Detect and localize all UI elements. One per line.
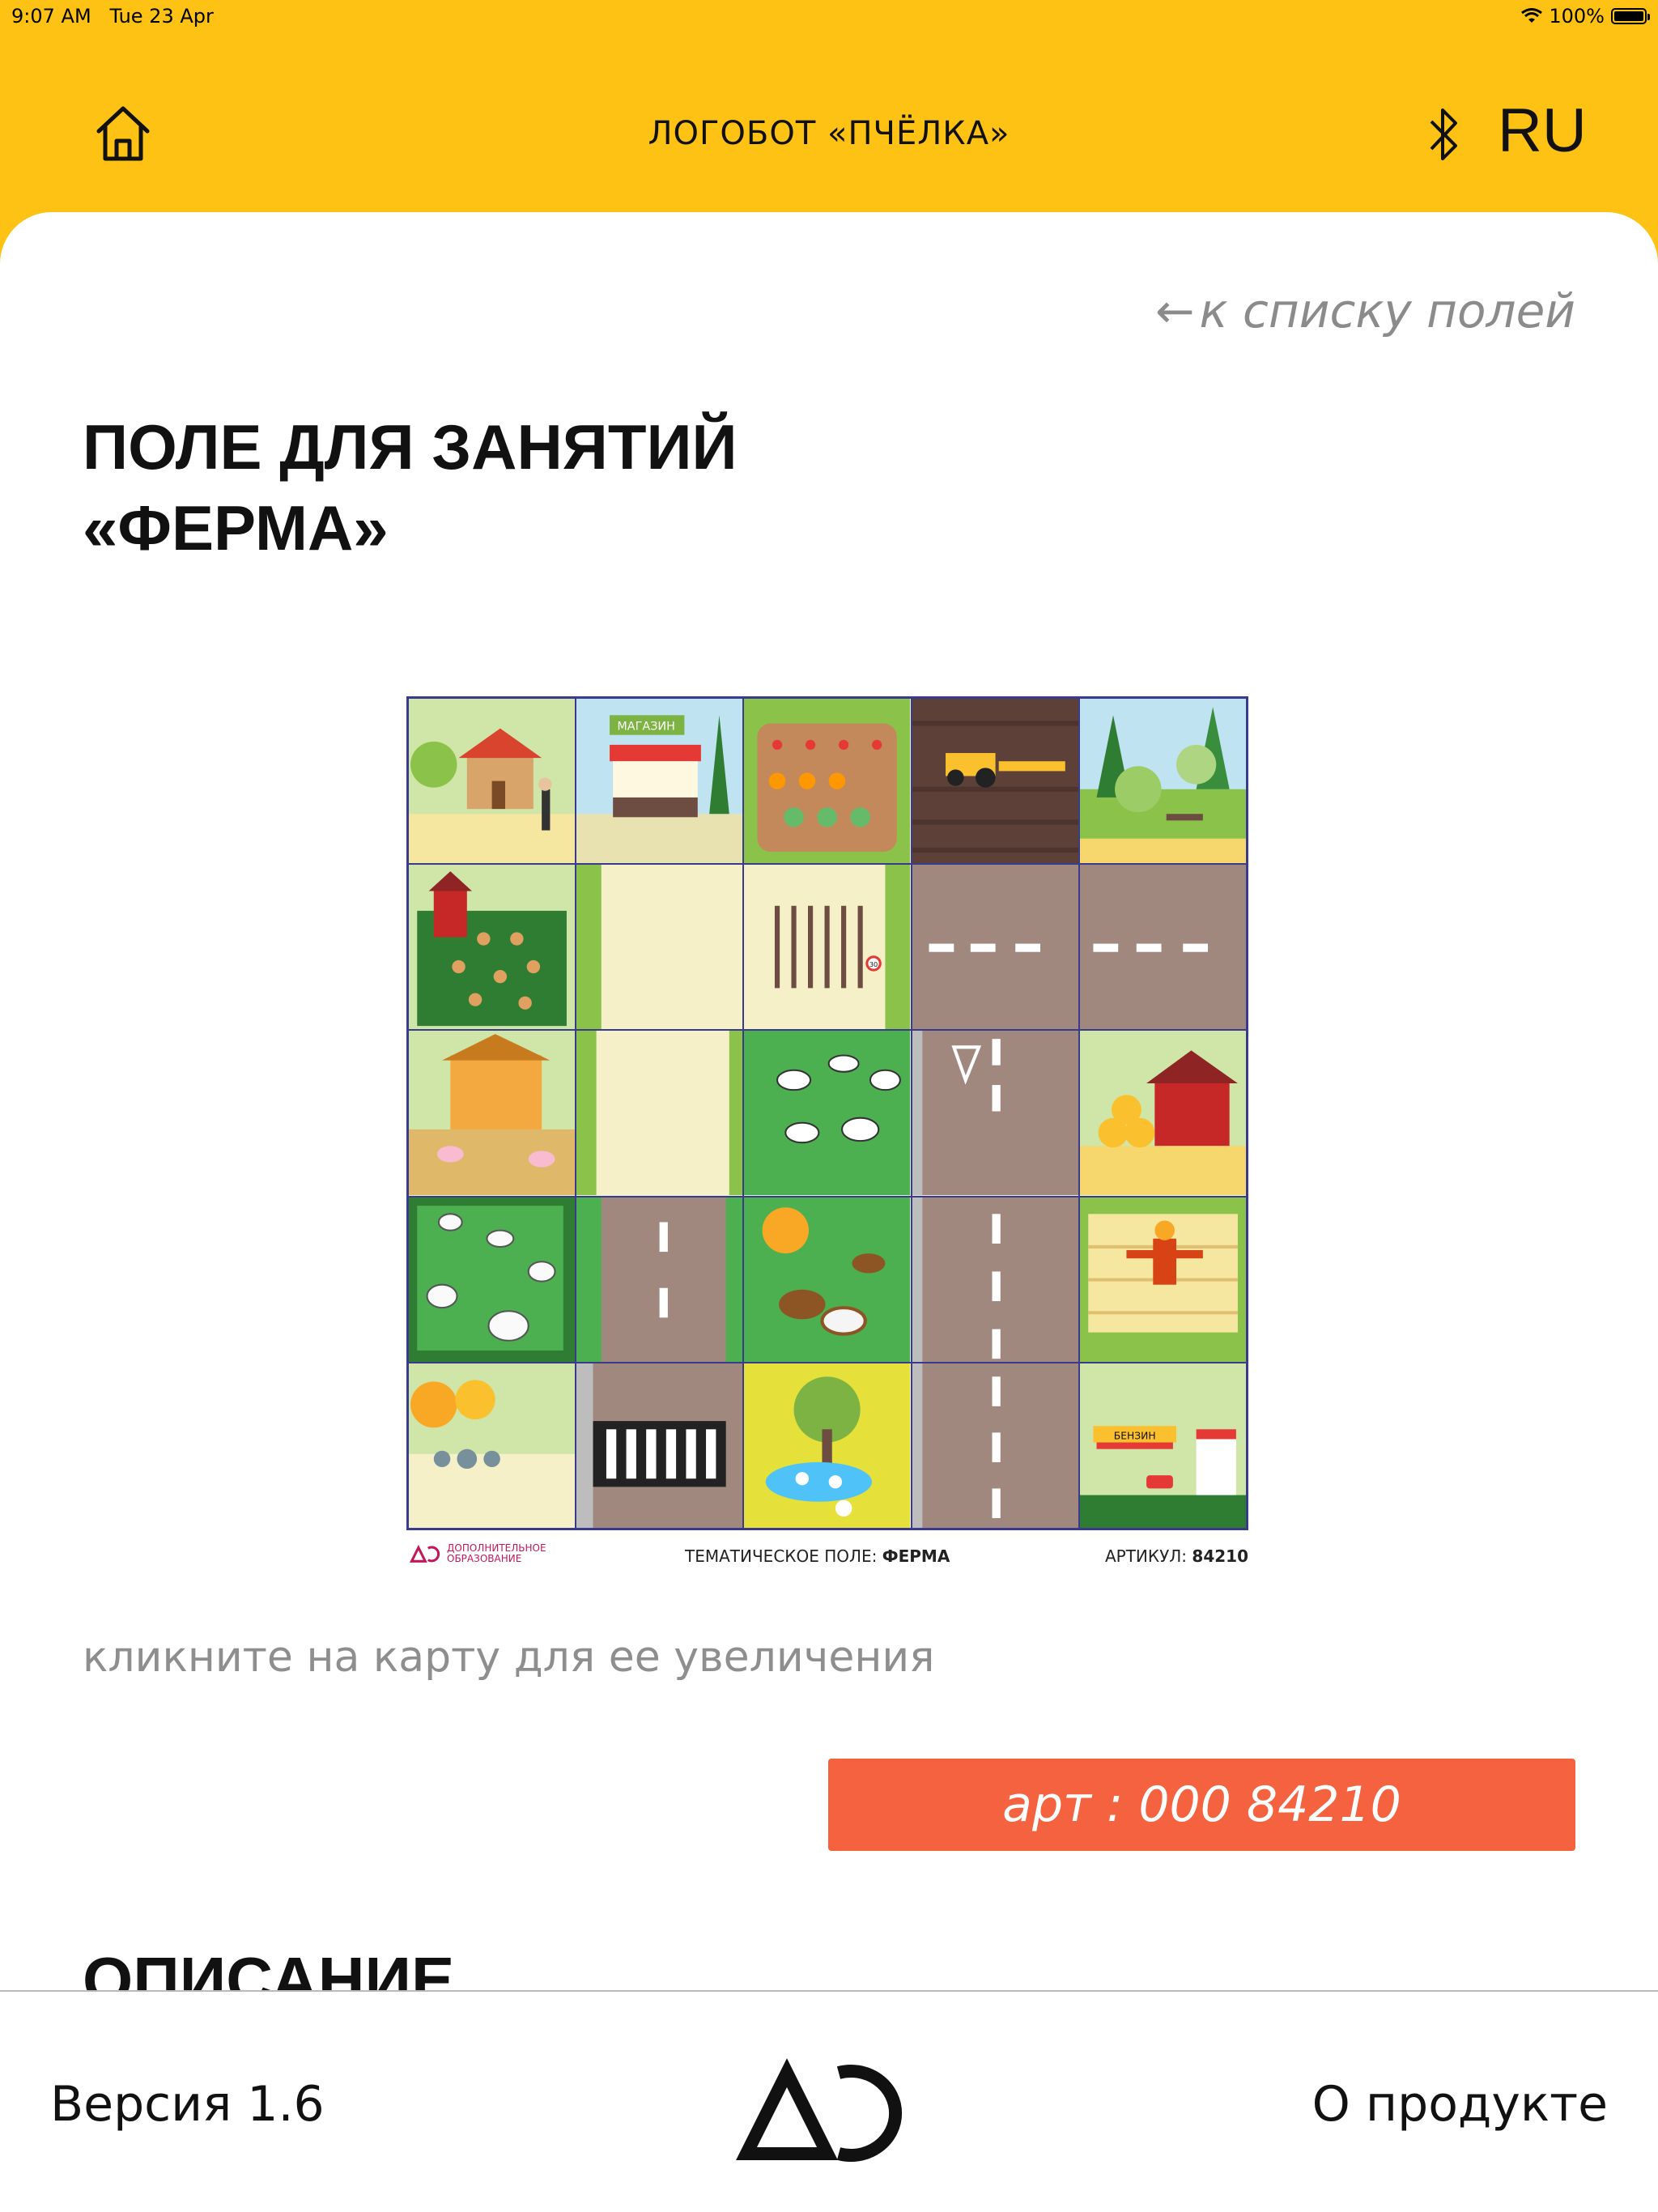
tile-fenced-yard: 30 <box>743 864 912 1031</box>
tile-duck-pond <box>743 1362 912 1529</box>
brand-logo-icon <box>736 2058 903 2162</box>
tile-road-vertical-2 <box>911 1196 1079 1363</box>
map-theme: ТЕМАТИЧЕСКОЕ ПОЛЕ: ФЕРМА <box>685 1546 950 1566</box>
map-article-value: 84210 <box>1192 1546 1248 1566</box>
tile-country-road <box>576 1030 744 1197</box>
bluetooth-button[interactable] <box>1425 104 1464 168</box>
battery-fill <box>1614 11 1643 21</box>
wifi-icon <box>1521 8 1543 23</box>
tile-cow-pasture <box>743 1030 912 1197</box>
battery-percent: 100% <box>1549 5 1605 28</box>
page-title-line2: «ФЕРМА» <box>83 492 389 564</box>
shop-sign-text: МАГАЗИН <box>618 721 676 734</box>
tile-road-vertical-3 <box>911 1362 1079 1529</box>
tile-farmhouse <box>408 698 576 865</box>
tile-road-vertical-crossing <box>911 1030 1079 1197</box>
map-theme-value: ФЕРМА <box>882 1546 950 1566</box>
app-footer: Версия 1.6 О продукте <box>0 1990 1658 2212</box>
page-title: ПОЛЕ ДЛЯ ЗАНЯТИЙ «ФЕРМА» <box>83 406 738 568</box>
page-title-line1: ПОЛЕ ДЛЯ ЗАНЯТИЙ <box>83 411 738 483</box>
date-text: Tue 23 Apr <box>109 5 214 28</box>
tile-shop: МАГАЗИН <box>576 698 744 865</box>
tile-gas-station: БЕНЗИН <box>1078 1362 1247 1529</box>
back-link-label: к списку полей <box>1199 283 1575 338</box>
tile-chicken-coop <box>408 864 576 1031</box>
map-footer: ДОПОЛНИТЕЛЬНОЕ ОБРАЗОВАНИЕ ТЕМАТИЧЕСКОЕ … <box>406 1538 1248 1571</box>
tile-landscape-path <box>408 1362 576 1529</box>
map-article: АРТИКУЛ: 84210 <box>1105 1546 1248 1566</box>
article-button[interactable]: арт : 000 84210 <box>828 1759 1575 1851</box>
arrow-left-icon: ← <box>1154 283 1195 338</box>
tile-road-vertical-1 <box>576 1196 744 1363</box>
about-product-link[interactable]: О продукте <box>1312 2076 1608 2133</box>
app-header: ЛОГОБОТ «ПЧЁЛКА» RU <box>0 32 1658 212</box>
field-map-image[interactable]: МАГАЗИН 30 БЕНЗИН ДОПОЛНИТЕЛЬНОЕ ОБРАЗОВ… <box>406 696 1250 1566</box>
field-map-grid: МАГАЗИН 30 БЕНЗИН <box>406 696 1248 1530</box>
content-card: ← к списку полей ПОЛЕ ДЛЯ ЗАНЯТИЙ «ФЕРМА»… <box>0 212 1658 1990</box>
status-bar: 9:07 AM Tue 23 Apr 100% <box>0 0 1658 32</box>
tile-road-horizontal-2 <box>1078 864 1247 1031</box>
language-button[interactable]: RU <box>1498 96 1587 166</box>
tile-scarecrow <box>1078 1196 1247 1363</box>
bluetooth-icon <box>1430 108 1457 160</box>
tile-horse-pasture <box>743 1196 912 1363</box>
tile-road-horizontal-1 <box>911 864 1079 1031</box>
tile-crosswalk <box>576 1362 744 1529</box>
tile-sheep-pasture <box>408 1196 576 1363</box>
tile-vegetable-garden <box>743 698 912 865</box>
gas-sign-text: БЕНЗИН <box>1114 1430 1156 1441</box>
status-right: 100% <box>1521 5 1650 28</box>
tile-picnic-forest <box>1078 698 1247 865</box>
time-text: 9:07 AM <box>11 5 91 28</box>
app-title: ЛОГОБОТ «ПЧЁЛКА» <box>648 115 1010 152</box>
status-time: 9:07 AM Tue 23 Apr <box>11 5 214 28</box>
description-title: ОПИСАНИЕ <box>83 1944 455 1990</box>
map-article-label: АРТИКУЛ: <box>1104 1546 1192 1566</box>
map-logo-text: ДОПОЛНИТЕЛЬНОЕ ОБРАЗОВАНИЕ <box>447 1542 546 1564</box>
tile-pig-barn <box>408 1030 576 1197</box>
brand-mini-logo-icon <box>410 1545 440 1563</box>
map-logo: ДОПОЛНИТЕЛЬНОЕ ОБРАЗОВАНИЕ <box>410 1543 576 1564</box>
tile-road-bend <box>576 864 744 1031</box>
speed-sign-text: 30 <box>869 960 878 968</box>
tile-red-barn <box>1078 1030 1247 1197</box>
battery-icon <box>1611 8 1650 24</box>
tile-plowed-field <box>911 698 1079 865</box>
back-to-fields-link[interactable]: ← к списку полей <box>1155 283 1575 338</box>
zoom-hint: кликните на карту для ее увеличения <box>83 1633 935 1682</box>
version-label: Версия 1.6 <box>50 2076 325 2133</box>
map-theme-label: ТЕМАТИЧЕСКОЕ ПОЛЕ: <box>685 1546 882 1566</box>
